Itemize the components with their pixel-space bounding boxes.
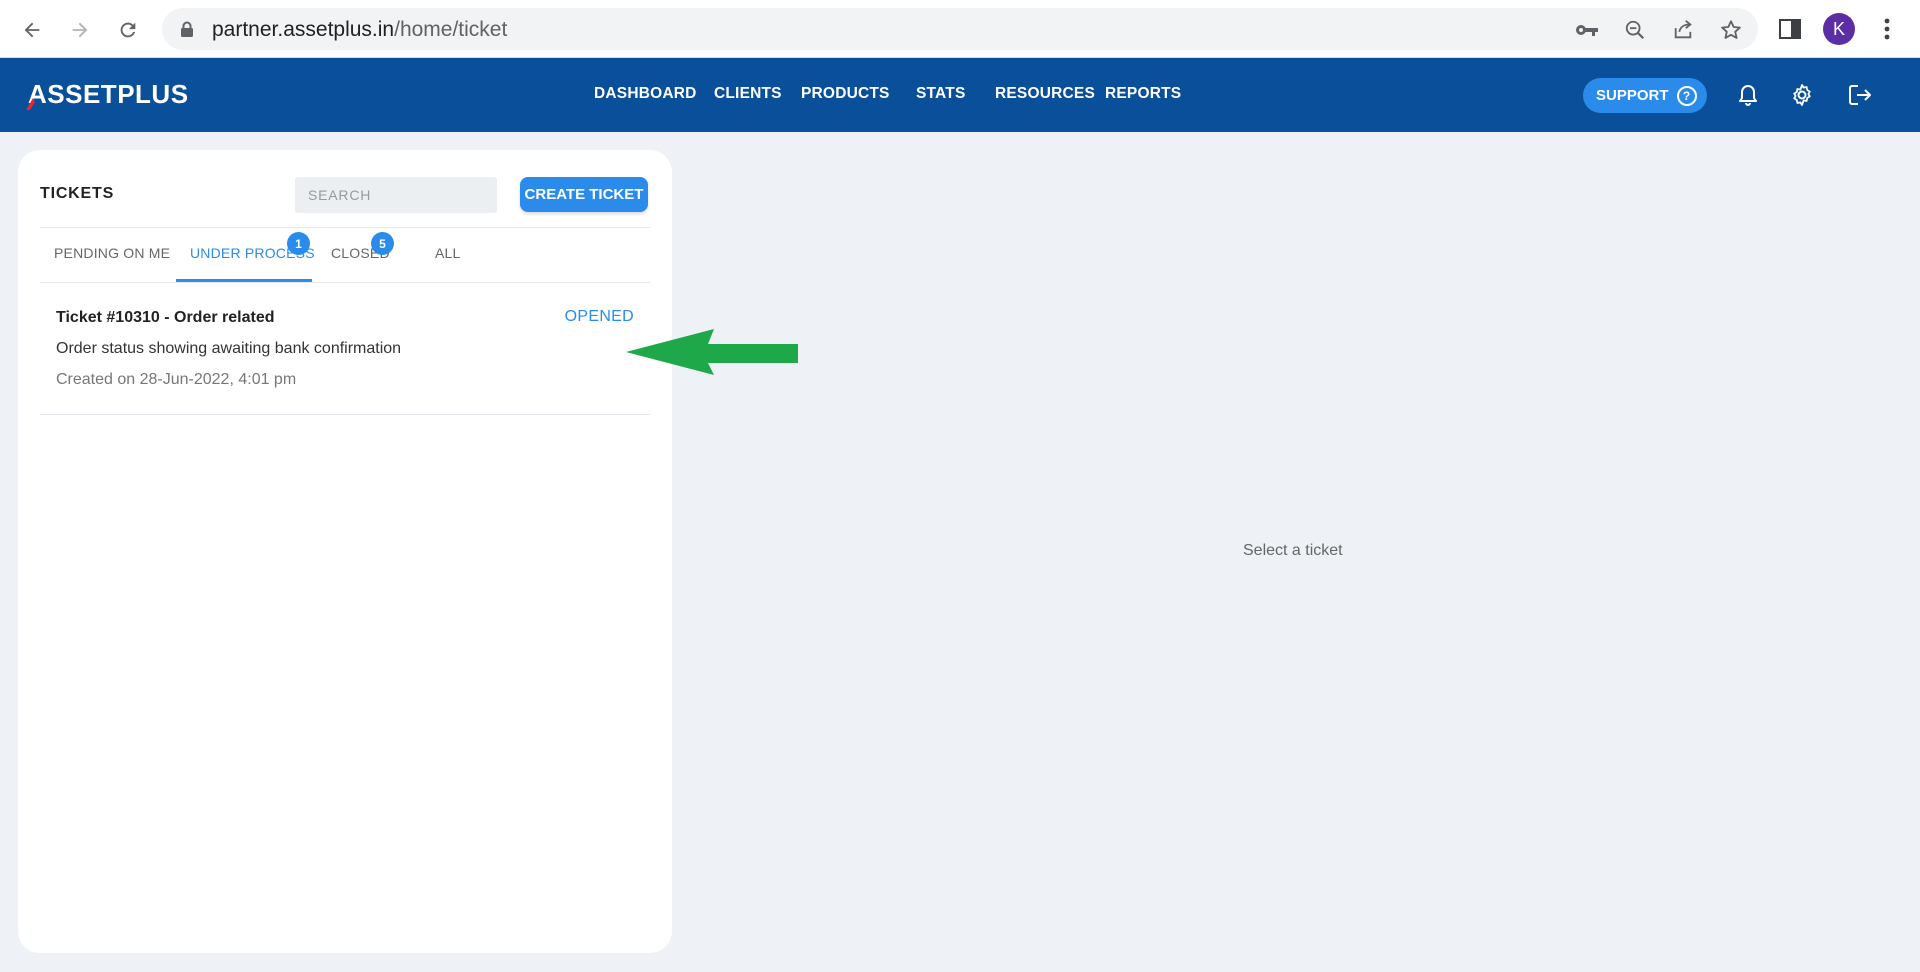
tab-pending-on-me[interactable]: PENDING ON ME bbox=[54, 245, 170, 261]
closed-count-badge: 5 bbox=[371, 232, 394, 255]
more-vert-icon[interactable] bbox=[1870, 12, 1904, 46]
support-button[interactable]: SUPPORT ? bbox=[1583, 78, 1707, 113]
lock-icon[interactable] bbox=[180, 21, 194, 43]
logout-icon[interactable] bbox=[1845, 80, 1875, 110]
nav-dashboard[interactable]: DASHBOARD bbox=[594, 85, 697, 103]
gear-icon[interactable] bbox=[1787, 80, 1817, 110]
key-icon[interactable] bbox=[1574, 17, 1600, 43]
under-process-count-badge: 1 bbox=[287, 232, 310, 255]
app-header: A SSETPLUS DASHBOARD CLIENTS PRODUCTS ST… bbox=[0, 58, 1920, 132]
divider bbox=[40, 227, 650, 228]
avatar[interactable]: K bbox=[1822, 12, 1856, 46]
divider bbox=[40, 414, 650, 415]
side-panel-icon[interactable] bbox=[1773, 12, 1807, 46]
nav-resources[interactable]: RESOURCES bbox=[995, 85, 1095, 103]
tickets-panel: TICKETS CREATE TICKET PENDING ON ME UNDE… bbox=[18, 150, 672, 953]
tab-all[interactable]: ALL bbox=[435, 245, 461, 261]
ticket-status: OPENED bbox=[564, 308, 634, 325]
logo-text: SSETPLUS bbox=[47, 78, 189, 109]
browser-toolbar: partner.assetplus.in/home/ticket K bbox=[0, 0, 1920, 58]
nav-clients[interactable]: CLIENTS bbox=[714, 85, 782, 103]
green-arrow-annotation bbox=[626, 329, 798, 375]
star-icon[interactable] bbox=[1718, 17, 1744, 43]
tickets-title: TICKETS bbox=[40, 185, 115, 202]
ticket-title: Ticket #10310 - Order related bbox=[56, 309, 275, 326]
forward-arrow-icon[interactable] bbox=[62, 12, 98, 48]
ticket-created-date: Created on 28-Jun-2022, 4:01 pm bbox=[56, 371, 297, 388]
ticket-description: Order status showing awaiting bank confi… bbox=[56, 340, 402, 357]
reload-icon[interactable] bbox=[110, 12, 146, 48]
search-input[interactable] bbox=[295, 177, 497, 213]
address-bar[interactable]: partner.assetplus.in/home/ticket bbox=[162, 8, 1758, 50]
nav-stats[interactable]: STATS bbox=[916, 85, 966, 103]
assetplus-logo[interactable]: A SSETPLUS bbox=[26, 78, 189, 110]
help-circle-icon: ? bbox=[1676, 85, 1697, 106]
bell-icon[interactable] bbox=[1733, 80, 1763, 110]
share-icon[interactable] bbox=[1670, 17, 1696, 43]
create-ticket-button[interactable]: CREATE TICKET bbox=[520, 177, 648, 212]
support-label: SUPPORT bbox=[1596, 87, 1669, 104]
nav-products[interactable]: PRODUCTS bbox=[801, 85, 890, 103]
logo-red-mark-icon bbox=[26, 98, 35, 110]
empty-detail-message: Select a ticket bbox=[1243, 542, 1343, 559]
nav-reports[interactable]: REPORTS bbox=[1105, 85, 1181, 103]
url-text: partner.assetplus.in/home/ticket bbox=[212, 18, 508, 41]
back-arrow-icon[interactable] bbox=[14, 12, 50, 48]
zoom-out-icon[interactable] bbox=[1622, 17, 1648, 43]
ticket-list-item[interactable]: Ticket #10310 - Order related OPENED Ord… bbox=[40, 283, 650, 415]
